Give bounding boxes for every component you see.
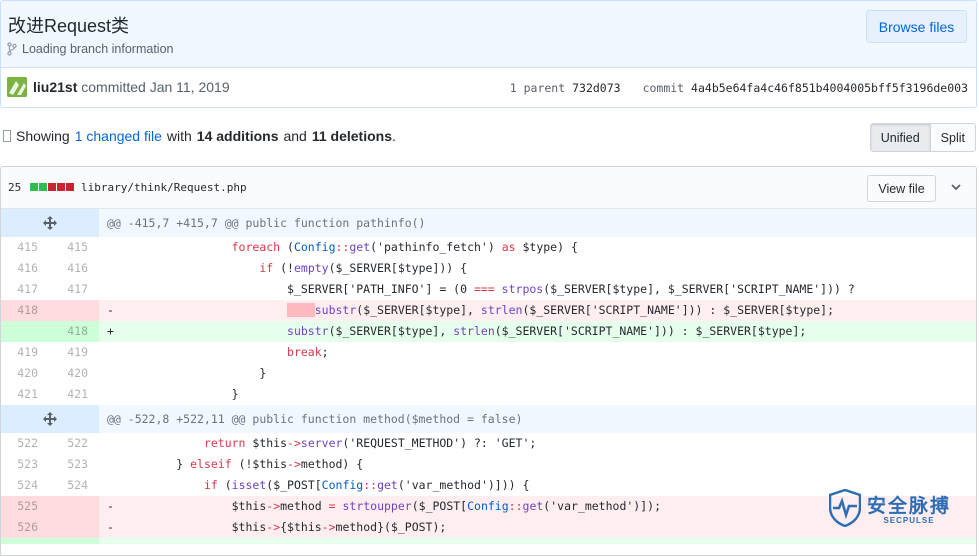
watermark-text: 安全脉搏 SECPULSE <box>867 491 951 525</box>
diff-line: 419 419 break; <box>17 345 329 359</box>
commit-info: commit 4a4b5e64fa4c46f851b4004005bff5f31… <box>642 81 968 95</box>
diff-line: 421 421 } <box>17 387 239 401</box>
watermark: 安全脉搏 SECPULSE <box>829 489 951 527</box>
additions-count: 14 additions <box>196 128 279 144</box>
commit-box: 改进Request类 Loading branch information Br… <box>0 0 977 108</box>
file-header: 25 library/think/Request.php View file <box>1 167 976 209</box>
expand-icon[interactable] <box>1 209 99 237</box>
diffstat-block <box>66 183 74 191</box>
unified-button[interactable]: Unified <box>870 124 931 151</box>
parent-info: 1 parent 732d073 <box>509 81 621 95</box>
browse-files-button[interactable]: Browse files <box>866 10 967 43</box>
commit-sha: 4a4b5e64fa4c46f851b4004005bff5f3196de003 <box>691 81 968 95</box>
diff-line: 523 523 } elseif (!$this->method) { <box>17 457 364 471</box>
avatar[interactable] <box>7 77 27 97</box>
diff-line: 420 420 } <box>17 366 267 380</box>
diff-line: 417 417 $_SERVER['PATH_INFO'] = (0 === st… <box>17 282 855 296</box>
diff-line: 522 522 return $this->server('REQUEST_MET… <box>17 436 537 450</box>
diff-summary: Showing 1 changed file with 14 additions… <box>3 128 396 144</box>
split-button[interactable]: Split <box>930 124 975 151</box>
file-path[interactable]: library/think/Request.php <box>81 181 247 194</box>
diff-line-deleted: 418 - substr($_SERVER[$type], strlen($_S… <box>1 300 976 321</box>
branch-icon <box>7 42 17 56</box>
diffstat-block <box>48 183 56 191</box>
commit-meta: liu21st committed Jan 11, 2019 1 parent … <box>1 68 976 107</box>
diff-line-added <box>1 538 976 544</box>
sha-info: 1 parent 732d073 commit 4a4b5e64fa4c46f8… <box>510 81 968 95</box>
diffstat-block <box>57 183 65 191</box>
change-count: 25 <box>8 181 22 194</box>
hunk-header: @@ -522,8 +522,11 @@ public function met… <box>1 405 976 433</box>
shield-icon <box>829 489 861 527</box>
commit-title: 改进Request类 <box>8 16 130 36</box>
changed-files-link[interactable]: 1 changed file <box>75 128 162 144</box>
diff-toolbar: Showing 1 changed file with 14 additions… <box>0 120 979 154</box>
diffstat-block <box>30 183 38 191</box>
author-link[interactable]: liu21st <box>33 79 77 95</box>
commit-title-area: 改进Request类 Loading branch information Br… <box>1 1 976 68</box>
deletions-count: 11 deletions <box>311 128 392 144</box>
view-file-button[interactable]: View file <box>867 175 936 202</box>
committer: liu21st committed Jan 11, 2019 <box>33 79 230 95</box>
diff-line: 415 415 foreach (Config::get('pathinfo_fe… <box>17 240 578 254</box>
chevron-down-icon[interactable] <box>949 180 963 194</box>
diff-line-added: 418 + substr($_SERVER[$type], strlen($_S… <box>1 321 976 342</box>
expand-icon[interactable] <box>1 405 99 433</box>
view-mode-toggle: Unified Split <box>869 123 976 152</box>
parent-sha-link[interactable]: 732d073 <box>572 81 620 95</box>
file-diff-icon <box>3 130 11 142</box>
diffstat <box>30 183 74 191</box>
hunk-text: @@ -522,8 +522,11 @@ public function met… <box>107 412 523 426</box>
branch-info-text: Loading branch information <box>22 42 174 56</box>
watermark-en: SECPULSE <box>883 516 935 525</box>
committed-date: committed Jan 11, 2019 <box>81 79 230 95</box>
branch-info: Loading branch information <box>6 42 174 56</box>
diffstat-block <box>39 183 47 191</box>
diff-line: 416 416 if (!empty($_SERVER[$type])) { <box>17 261 468 275</box>
hunk-header: @@ -415,7 +415,7 @@ public function path… <box>1 209 976 237</box>
watermark-cn: 安全脉搏 <box>867 496 952 517</box>
hunk-text: @@ -415,7 +415,7 @@ public function path… <box>107 216 426 230</box>
